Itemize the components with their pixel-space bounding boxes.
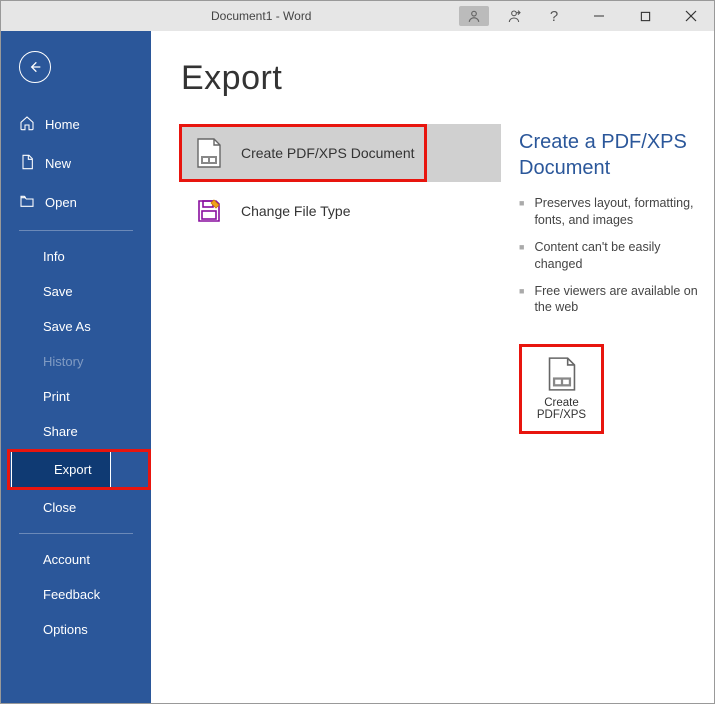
bullet-item: Free viewers are available on the web (519, 283, 699, 317)
sidebar-item-new[interactable]: New (1, 144, 151, 183)
sidebar-label: Print (43, 389, 70, 404)
option-label: Change File Type (241, 203, 350, 219)
sidebar-label: Account (43, 552, 90, 567)
maximize-button[interactable] (622, 1, 668, 31)
sidebar-label: History (43, 354, 83, 369)
option-change-file-type[interactable]: Change File Type (181, 182, 501, 240)
pdf-document-icon (195, 139, 223, 167)
create-pdf-xps-button[interactable]: Create PDF/XPS (526, 351, 597, 427)
annotation-highlight: Create PDF/XPS (519, 344, 604, 434)
sidebar-label: Share (43, 424, 78, 439)
sidebar-item-close[interactable]: Close (1, 490, 151, 525)
share-icon[interactable] (496, 1, 532, 31)
document-title: Document1 - Word (211, 9, 311, 23)
button-label: Create PDF/XPS (528, 397, 595, 421)
minimize-button[interactable] (576, 1, 622, 31)
sidebar-item-options[interactable]: Options (1, 612, 151, 647)
sidebar-label: Feedback (43, 587, 100, 602)
sidebar-item-save[interactable]: Save (1, 274, 151, 309)
sidebar-label: Close (43, 500, 76, 515)
sidebar-label: Export (54, 462, 92, 477)
sidebar-item-history: History (1, 344, 151, 379)
bullet-item: Preserves layout, formatting, fonts, and… (519, 195, 699, 229)
close-button[interactable] (668, 1, 714, 31)
sidebar-separator (19, 533, 133, 534)
app-window: Document1 - Word ? (0, 0, 715, 704)
sidebar-label: Options (43, 622, 88, 637)
sidebar-separator (19, 230, 133, 231)
open-icon (19, 193, 35, 212)
option-label: Create PDF/XPS Document (241, 145, 415, 161)
sidebar-item-print[interactable]: Print (1, 379, 151, 414)
sidebar-label: Save As (43, 319, 91, 334)
sidebar-item-home[interactable]: Home (1, 105, 151, 144)
sidebar-item-share[interactable]: Share (1, 414, 151, 449)
help-icon[interactable]: ? (536, 1, 572, 31)
sidebar-label: Info (43, 249, 65, 264)
sidebar-item-feedback[interactable]: Feedback (1, 577, 151, 612)
sidebar-item-saveas[interactable]: Save As (1, 309, 151, 344)
sidebar-label: New (45, 156, 71, 171)
sidebar-label: Open (45, 195, 77, 210)
back-button[interactable] (19, 51, 51, 83)
page-title: Export (181, 59, 501, 98)
option-create-pdf-xps[interactable]: Create PDF/XPS Document (181, 124, 501, 182)
sidebar-item-open[interactable]: Open (1, 183, 151, 222)
backstage-sidebar: Home New Open Info Save Save As History … (1, 31, 151, 703)
titlebar: Document1 - Word ? (1, 1, 714, 31)
account-icon[interactable] (456, 1, 492, 31)
bullet-item: Content can't be easily changed (519, 239, 699, 273)
sidebar-item-account[interactable]: Account (1, 542, 151, 577)
content-area: Export Create PDF/XPS Document Change Fi… (151, 31, 714, 703)
panel-title: Create a PDF/XPS Document (519, 129, 699, 181)
change-file-type-icon (195, 197, 223, 225)
panel-bullets: Preserves layout, formatting, fonts, and… (519, 195, 699, 316)
new-icon (19, 154, 35, 173)
home-icon (19, 115, 35, 134)
sidebar-item-info[interactable]: Info (1, 239, 151, 274)
sidebar-label: Save (43, 284, 73, 299)
sidebar-label: Home (45, 117, 80, 132)
details-panel: Create a PDF/XPS Document Preserves layo… (519, 59, 699, 703)
sidebar-item-export[interactable]: Export (1, 449, 151, 490)
pdf-document-icon (547, 357, 577, 391)
